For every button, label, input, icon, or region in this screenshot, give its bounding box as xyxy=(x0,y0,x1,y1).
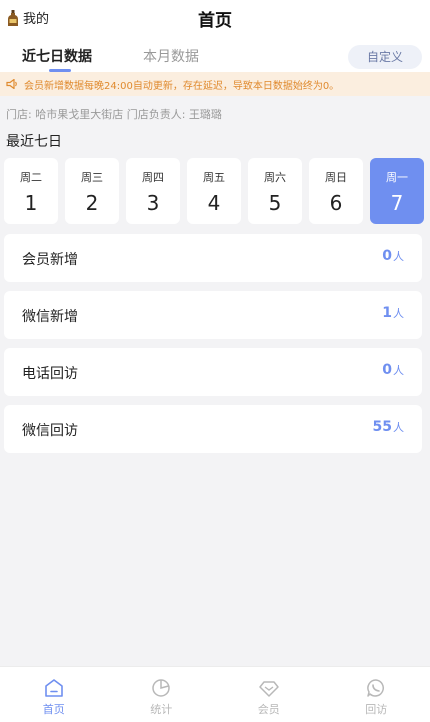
day-date: 7 xyxy=(390,191,404,215)
stat-unit: 人 xyxy=(393,307,404,320)
day-date: 4 xyxy=(207,191,221,215)
nav-label: 首页 xyxy=(42,703,65,716)
stat-unit: 人 xyxy=(393,250,404,263)
day-weekday: 周一 xyxy=(386,171,408,184)
day-card[interactable]: 周四 3 xyxy=(126,158,180,224)
home-icon xyxy=(44,679,63,697)
stat-value: 0人 xyxy=(382,362,404,378)
stat-label: 微信回访 xyxy=(22,423,78,439)
nav-home[interactable]: 首页 xyxy=(0,667,108,722)
page-title: 首页 xyxy=(198,11,232,31)
day-card[interactable]: 周三 2 xyxy=(65,158,119,224)
data-range-tabs: 近七日数据 本月数据 自定义 xyxy=(0,34,430,72)
nav-statistics[interactable]: 统计 xyxy=(108,667,216,722)
tab-last-seven-days[interactable]: 近七日数据 xyxy=(22,46,92,66)
day-weekday: 周六 xyxy=(264,171,286,184)
nav-label: 回访 xyxy=(365,703,388,716)
day-card-selected[interactable]: 周一 7 xyxy=(370,158,424,224)
nav-follow-up[interactable]: 回访 xyxy=(323,667,430,722)
stat-new-wechat: 微信新增 1人 xyxy=(4,291,422,339)
stat-unit: 人 xyxy=(393,364,404,377)
stat-value: 55人 xyxy=(373,419,404,435)
day-card[interactable]: 周二 1 xyxy=(4,158,58,224)
day-weekday: 周日 xyxy=(325,171,347,184)
day-weekday: 周二 xyxy=(20,171,42,184)
top-bar: 我的 首页 xyxy=(0,0,430,34)
nav-label: 会员 xyxy=(257,703,280,716)
stat-wechat-visits: 微信回访 55人 xyxy=(4,405,422,453)
recent-days-title: 最近七日 xyxy=(6,134,62,150)
day-weekday: 周四 xyxy=(142,171,164,184)
day-card[interactable]: 周六 5 xyxy=(248,158,302,224)
speaker-icon xyxy=(6,79,17,89)
pie-chart-icon xyxy=(152,679,170,697)
tab-this-month[interactable]: 本月数据 xyxy=(143,46,199,66)
stat-number: 0 xyxy=(382,248,392,264)
notice-text: 会员新增数据每晚24:00自动更新，存在延迟，导致本日数据始终为0。 xyxy=(24,80,340,92)
stat-label: 会员新增 xyxy=(22,252,78,268)
day-selector: 周二 1 周三 2 周四 3 周五 4 周六 5 周日 6 周一 7 xyxy=(4,158,424,224)
diamond-icon xyxy=(259,681,279,697)
my-label: 我的 xyxy=(23,12,50,27)
stat-number: 0 xyxy=(382,362,392,378)
day-weekday: 周五 xyxy=(203,171,225,184)
day-date: 1 xyxy=(24,191,38,215)
my-profile-button[interactable]: 我的 xyxy=(8,8,49,27)
stat-phone-visits: 电话回访 0人 xyxy=(4,348,422,396)
stat-label: 电话回访 xyxy=(22,366,78,382)
nav-label: 统计 xyxy=(150,703,173,716)
day-date: 6 xyxy=(329,191,343,215)
stat-value: 1人 xyxy=(382,305,404,321)
day-weekday: 周三 xyxy=(81,171,103,184)
day-date: 3 xyxy=(146,191,160,215)
notice-bar: 会员新增数据每晚24:00自动更新，存在延迟，导致本日数据始终为0。 xyxy=(0,72,430,96)
stat-number: 1 xyxy=(382,305,392,321)
day-date: 2 xyxy=(85,191,99,215)
phone-chat-icon xyxy=(367,679,385,697)
nav-members[interactable]: 会员 xyxy=(215,667,323,722)
day-card[interactable]: 周日 6 xyxy=(309,158,363,224)
stat-label: 微信新增 xyxy=(22,309,78,325)
bottom-nav: 首页 统计 会员 回访 xyxy=(0,666,430,722)
bottle-icon xyxy=(8,9,18,26)
day-card[interactable]: 周五 4 xyxy=(187,158,241,224)
stat-number: 55 xyxy=(372,419,392,435)
day-date: 5 xyxy=(268,191,282,215)
store-info: 门店: 哈市果戈里大街店 门店负责人: 王璐璐 xyxy=(6,108,222,121)
custom-range-button[interactable]: 自定义 xyxy=(348,45,422,69)
stat-unit: 人 xyxy=(393,421,404,434)
stat-value: 0人 xyxy=(382,248,404,264)
stat-new-members: 会员新增 0人 xyxy=(4,234,422,282)
